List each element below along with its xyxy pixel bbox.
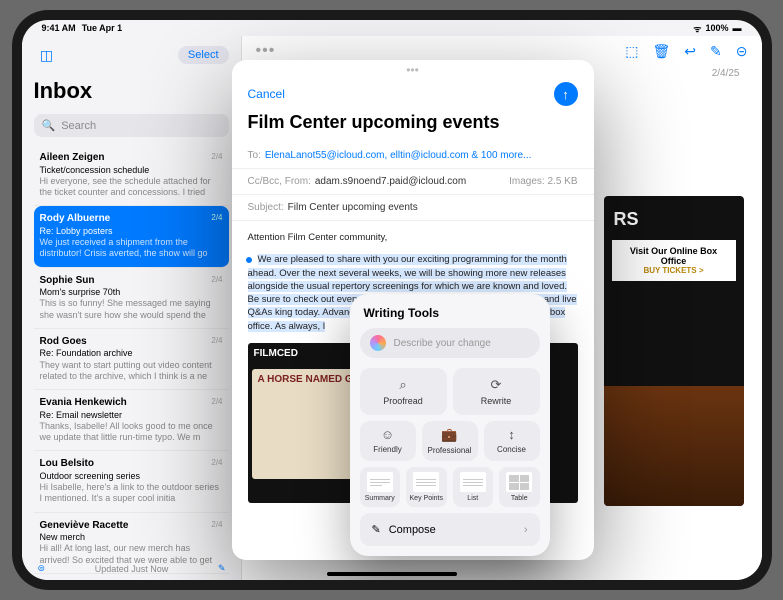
select-button[interactable]: Select bbox=[178, 46, 229, 64]
message-row[interactable]: Shian VidanageSuggestion boxWelcome! The… bbox=[34, 574, 229, 580]
message-row[interactable]: Sophie SunMom's surprise 70thThis is so … bbox=[34, 268, 229, 329]
search-input[interactable]: 🔍 Search bbox=[34, 114, 229, 137]
trash-icon[interactable]: 🗑 bbox=[653, 43, 671, 60]
proofread-button[interactable]: ⌕ Proofread bbox=[360, 368, 447, 415]
inbox-title: Inbox bbox=[34, 74, 229, 108]
status-date: Tue Apr 1 bbox=[82, 23, 123, 33]
message-row[interactable]: Rod GoesRe: Foundation archiveThey want … bbox=[34, 329, 229, 390]
status-time: 9:41 AM bbox=[42, 23, 76, 33]
friendly-button[interactable]: ☺ Friendly bbox=[360, 421, 416, 461]
window-dots-icon[interactable]: ••• bbox=[256, 42, 276, 60]
concise-button[interactable]: ↕ Concise bbox=[484, 421, 540, 461]
compose-tool-button[interactable]: ✎ Compose › bbox=[360, 513, 540, 546]
cancel-button[interactable]: Cancel bbox=[248, 87, 285, 101]
rewrite-icon: ⟳ bbox=[491, 377, 502, 393]
reply-icon[interactable]: ↩ bbox=[684, 43, 696, 60]
message-row[interactable]: Lou BelsitoOutdoor screening seriesHi Is… bbox=[34, 451, 229, 512]
search-icon: 🔍 bbox=[42, 119, 56, 132]
sidebar: ◫ Select Inbox 🔍 Search Aileen ZeigenTic… bbox=[22, 36, 242, 580]
professional-button[interactable]: 💼 Professional bbox=[422, 421, 478, 461]
to-field[interactable]: To: ElenaLanot55@icloud.com, elltin@iclo… bbox=[232, 143, 594, 169]
writing-tools-popover: Writing Tools Describe your change ⌕ Pro… bbox=[350, 294, 550, 556]
key-points-button[interactable]: Key Points bbox=[406, 467, 447, 507]
battery-icon: ▬ bbox=[733, 23, 742, 33]
chevron-right-icon: › bbox=[524, 524, 528, 536]
selection-handle-icon[interactable] bbox=[244, 255, 254, 265]
poster-panel: RS Visit Our Online Box Office BUY TICKE… bbox=[604, 196, 744, 506]
writing-tools-input[interactable]: Describe your change bbox=[360, 328, 540, 358]
wifi-icon: ᯤ bbox=[693, 22, 701, 35]
briefcase-icon: 💼 bbox=[441, 427, 457, 443]
archive-icon[interactable]: ⬚ bbox=[625, 43, 638, 60]
sidebar-toggle-icon[interactable]: ◫ bbox=[34, 42, 60, 68]
writing-tools-title: Writing Tools bbox=[360, 304, 540, 328]
battery-label: 100% bbox=[705, 23, 728, 33]
list-button[interactable]: List bbox=[453, 467, 494, 507]
apple-intelligence-icon bbox=[370, 335, 386, 351]
send-button[interactable]: ↑ bbox=[554, 82, 578, 106]
arrow-up-icon: ↑ bbox=[562, 87, 569, 102]
compose-icon[interactable]: ✎ bbox=[710, 43, 722, 60]
compose-title: Film Center upcoming events bbox=[232, 108, 594, 143]
message-row[interactable]: Rody AlbuerneRe: Lobby postersWe just re… bbox=[34, 206, 229, 267]
home-indicator[interactable] bbox=[327, 572, 457, 576]
grabber-icon[interactable]: ••• bbox=[232, 60, 594, 80]
arrows-in-icon: ↕ bbox=[508, 427, 515, 442]
sidebar-footer: ⊜ Updated Just Now ✎ bbox=[22, 563, 242, 574]
cc-field[interactable]: Cc/Bcc, From: adam.s9noend7.paid@icloud.… bbox=[232, 169, 594, 195]
compose-small-icon[interactable]: ✎ bbox=[218, 563, 226, 574]
subject-field[interactable]: Subject: Film Center upcoming events bbox=[232, 195, 594, 221]
message-row[interactable]: Aileen ZeigenTicket/concession scheduleH… bbox=[34, 145, 229, 206]
more-icon[interactable]: ⊝ bbox=[736, 43, 748, 60]
reader-date: 2/4/25 bbox=[712, 68, 740, 79]
rewrite-button[interactable]: ⟳ Rewrite bbox=[453, 368, 540, 415]
message-row[interactable]: Evania HenkewichRe: Email newsletterThan… bbox=[34, 390, 229, 451]
status-bar: 9:41 AM Tue Apr 1 ᯤ 100% ▬ bbox=[22, 20, 762, 36]
updated-label: Updated Just Now bbox=[95, 564, 169, 574]
table-button[interactable]: Table bbox=[499, 467, 540, 507]
pencil-icon: ✎ bbox=[372, 523, 381, 536]
summary-button[interactable]: Summary bbox=[360, 467, 401, 507]
smile-icon: ☺ bbox=[381, 427, 394, 442]
filter-icon[interactable]: ⊜ bbox=[38, 563, 46, 574]
magnify-check-icon: ⌕ bbox=[399, 377, 406, 393]
